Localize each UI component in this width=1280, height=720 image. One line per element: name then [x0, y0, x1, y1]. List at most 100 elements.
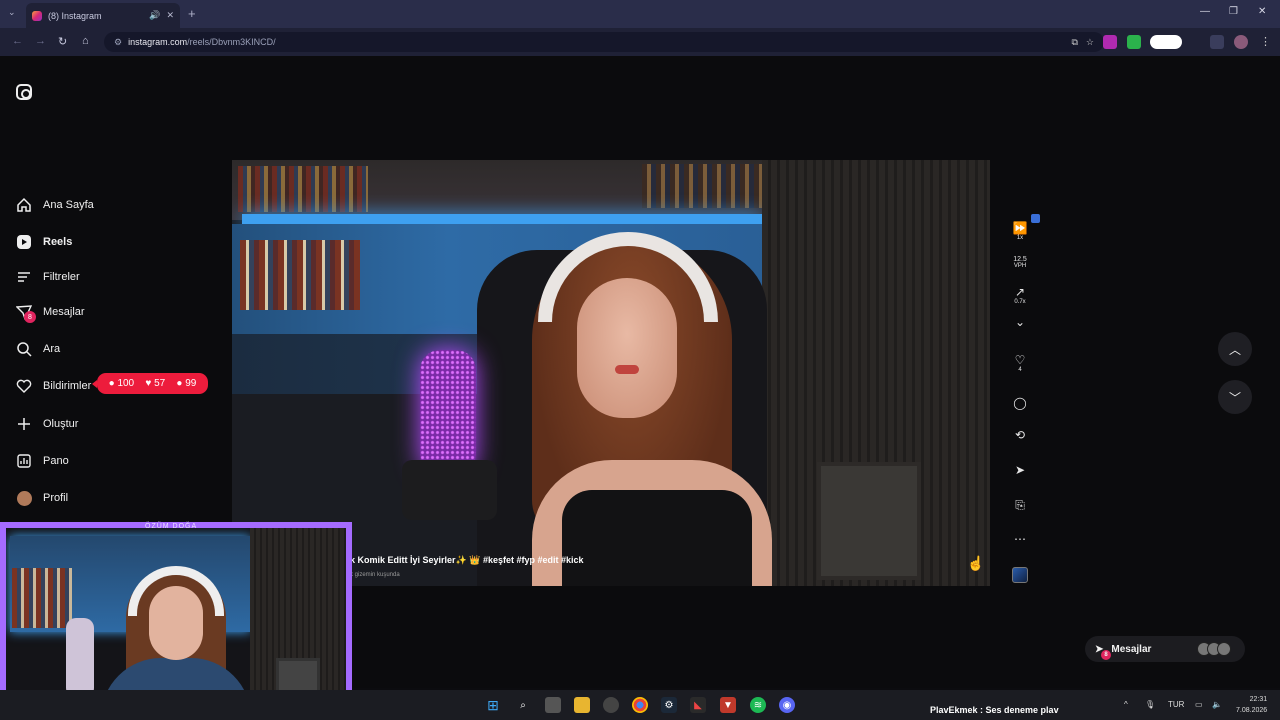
repost-icon: ⟲ [1014, 428, 1026, 442]
link-extension-icon[interactable] [1150, 35, 1182, 49]
new-tab-button[interactable]: + [188, 6, 196, 21]
collapse-button[interactable]: ⌄ [1010, 316, 1030, 329]
video-books [642, 164, 762, 208]
messages-label: Mesajlar [1111, 643, 1152, 655]
language-indicator[interactable]: TUR [1168, 700, 1184, 709]
vph-unit: VPH [1013, 263, 1027, 269]
save-button[interactable]: ⎘ [1010, 499, 1030, 512]
sidebar-item-filters[interactable]: Filtreler [16, 267, 80, 287]
browser-tab[interactable]: (8) Instagram 🔊 ✕ [26, 3, 180, 28]
discord-icon[interactable]: ◉ [779, 697, 795, 713]
share-button[interactable]: ➤ [1010, 464, 1030, 477]
search-icon[interactable]: ⌕ [515, 697, 531, 713]
messages-pill[interactable]: ➤ 8 Mesajlar [1085, 636, 1245, 662]
obs-icon[interactable] [603, 697, 619, 713]
person-icon: ● [176, 378, 183, 389]
audio-thumbnail[interactable] [1012, 567, 1028, 583]
hand-cursor-icon: ☝ [967, 555, 985, 571]
webcam-title: ÖZÜM DOĞA [145, 523, 198, 530]
minimize-icon[interactable]: — [1200, 6, 1210, 17]
bookmark-star-icon[interactable]: ☆ [1086, 37, 1094, 48]
messages-badge: 8 [24, 311, 36, 323]
forward-icon[interactable]: → [35, 35, 46, 47]
more-options-button[interactable]: ⋯ [1010, 533, 1030, 546]
now-playing-text: PlavEkmek : Ses deneme plav [930, 705, 1059, 715]
profile-avatar-icon[interactable] [1234, 35, 1248, 49]
video-poster-frame [817, 462, 921, 580]
dashboard-icon [16, 453, 32, 469]
video-mic-stand [402, 460, 497, 520]
video-microphone [420, 350, 476, 475]
chrome-icon[interactable] [632, 697, 648, 713]
sidebar-item-dashboard[interactable]: Pano [16, 451, 69, 471]
home-browser-icon[interactable]: ⌂ [82, 35, 89, 47]
heart-icon: ♥ [145, 378, 152, 389]
volume-icon[interactable]: 🔈 [1212, 700, 1222, 709]
file-explorer-icon[interactable] [574, 697, 590, 713]
app-icon[interactable]: ◣ [690, 697, 706, 713]
browser-tab-bar: ⌄ (8) Instagram 🔊 ✕ + — ❐ ✕ [0, 0, 1280, 28]
messages-badge: 8 [1101, 649, 1111, 660]
fast-forward-icon: ⏩ [1012, 221, 1028, 235]
display-icon[interactable]: ▭ [1195, 700, 1203, 709]
avatar-icon [16, 490, 32, 506]
video-person-top [562, 490, 752, 586]
speed-label: 1x [1016, 235, 1024, 241]
speaker-icon[interactable]: 🔊 [149, 10, 160, 21]
close-window-icon[interactable]: ✕ [1258, 6, 1266, 17]
sidebar-item-profile[interactable]: Profil [16, 488, 68, 508]
repost-button[interactable]: ⟲ [1010, 429, 1030, 442]
more-icon: ⋯ [1014, 532, 1026, 546]
extension-icon[interactable] [1127, 35, 1141, 49]
sidebar-item-create[interactable]: Oluştur [16, 414, 78, 434]
sidebar-item-label: Filtreler [43, 271, 80, 283]
reel-caption-sub: k gizemin kuşunda [350, 572, 400, 578]
brave-icon[interactable]: ▼ [720, 697, 736, 713]
site-info-icon[interactable]: ⚙ [114, 37, 122, 48]
video-shelf-light [242, 214, 762, 224]
like-count: 4 [1018, 367, 1022, 373]
maximize-icon[interactable]: ❐ [1229, 6, 1238, 17]
sidebar-item-label: Pano [43, 455, 69, 467]
vph-value: 12.5 [1013, 256, 1027, 263]
media-icon[interactable] [1210, 35, 1224, 49]
next-reel-button[interactable]: ﹀ [1218, 380, 1252, 414]
tray-expand-icon[interactable]: ^ [1124, 700, 1128, 709]
instagram-favicon-icon [32, 10, 42, 21]
sidebar-item-search[interactable]: Ara [16, 339, 60, 359]
plus-icon [16, 416, 32, 432]
system-clock[interactable]: 22:31 7.08.2026 [1236, 694, 1267, 716]
close-tab-icon[interactable]: ✕ [166, 10, 174, 21]
sidebar-item-reels[interactable]: Reels [16, 232, 72, 252]
spotify-icon[interactable]: ≋ [750, 697, 766, 713]
chevron-down-icon: ⌄ [1014, 315, 1026, 329]
reload-icon[interactable]: ↻ [58, 35, 67, 48]
sidebar-item-home[interactable]: Ana Sayfa [16, 195, 94, 215]
task-view-icon[interactable] [545, 697, 561, 713]
trend-stat: ↗ 0.7x [1010, 286, 1030, 306]
speed-control[interactable]: ⏩ 1x [1010, 221, 1030, 242]
like-button[interactable]: ♡ 4 [1010, 354, 1030, 374]
windows-start-icon[interactable]: ⊞ [485, 697, 501, 713]
back-icon[interactable]: ← [12, 35, 23, 47]
url-field[interactable]: ⚙ instagram.com/reels/Dbvnm3KINCD/ ⧉ ☆ [104, 32, 1104, 52]
send-icon: ➤ [1014, 463, 1026, 477]
comment-button[interactable]: ◯ [1010, 397, 1030, 410]
tab-search-icon[interactable]: ⌄ [8, 7, 16, 18]
install-icon[interactable]: ⧉ [1071, 37, 1077, 48]
microphone-icon[interactable]: 🎙 [1145, 700, 1155, 709]
notifications-popup[interactable]: ● 100 ♥ 57 ● 99 [92, 373, 208, 394]
trend-value: 0.7x [1014, 299, 1026, 305]
like-count: ♥ 57 [145, 378, 166, 389]
previous-reel-button[interactable]: ︿ [1218, 332, 1252, 366]
instagram-logo-icon[interactable] [16, 84, 32, 100]
extension-icon[interactable] [1103, 35, 1117, 49]
comment-count: ● 100 [108, 378, 135, 389]
webcam-books [12, 568, 72, 628]
browser-menu-icon[interactable]: ⋮ [1260, 35, 1271, 48]
sidebar-item-label: Profil [43, 492, 69, 504]
comment-icon: ● [108, 378, 115, 389]
steam-icon[interactable]: ⚙ [661, 697, 677, 713]
home-icon [16, 197, 32, 213]
sidebar-item-notifications[interactable]: Bildirimler [16, 376, 91, 396]
